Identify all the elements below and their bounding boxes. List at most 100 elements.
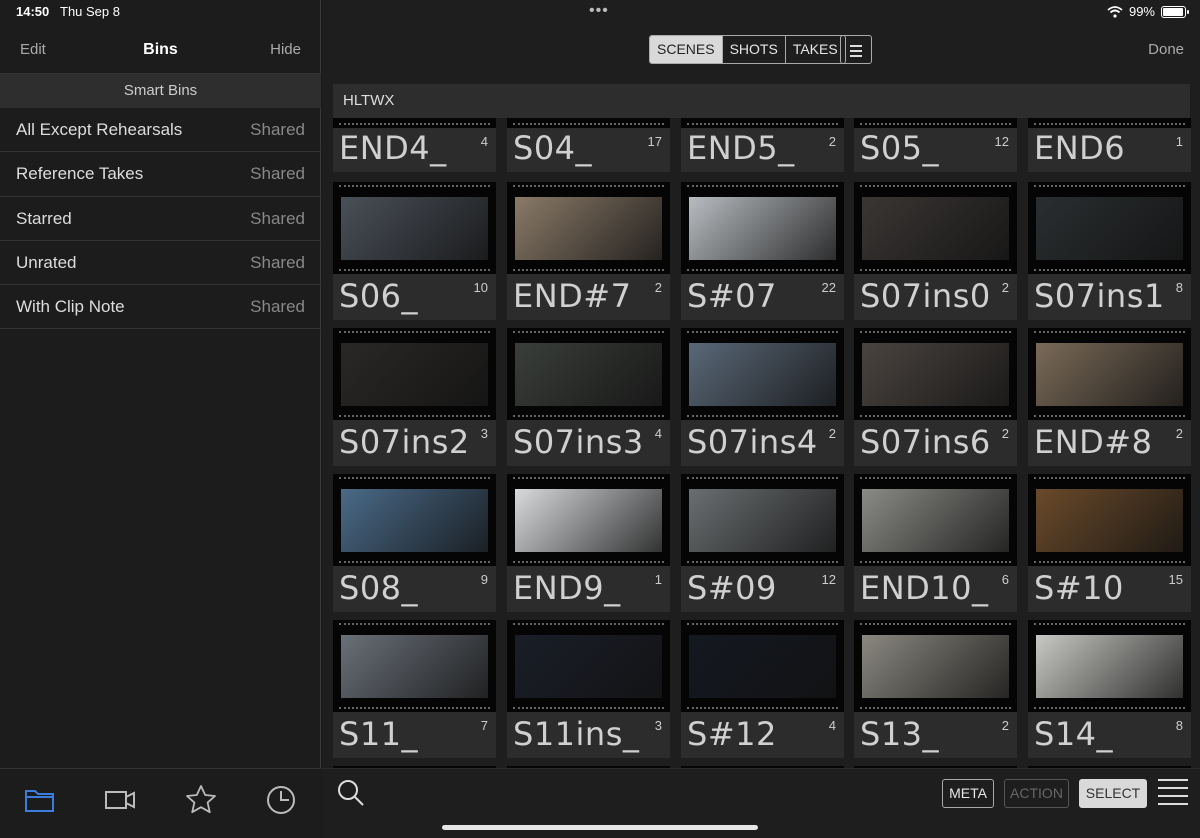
- scene-name: S07ins2: [339, 423, 470, 461]
- list-view-icon[interactable]: [1158, 777, 1188, 809]
- scene-card[interactable]: S08_ 9: [333, 474, 496, 612]
- smart-bin-with-clip-note[interactable]: With Clip Note Shared: [0, 285, 321, 330]
- scene-grid: END4_ 4 S04_ 17 END5_ 2 S05_ 12 END6 1 S06_ 10 END#7…: [322, 118, 1200, 768]
- view-segmented-control: SCENES SHOTS TAKES: [649, 35, 846, 64]
- hide-button[interactable]: Hide: [270, 41, 301, 58]
- scene-name: S#09: [687, 569, 777, 607]
- home-indicator[interactable]: [442, 825, 758, 830]
- thumbnail-image: [1036, 489, 1183, 552]
- scene-card[interactable]: S07ins6 2: [854, 328, 1017, 466]
- scene-card[interactable]: S#10 15: [1028, 474, 1191, 612]
- scene-name: S08_: [339, 569, 419, 607]
- segment-scenes[interactable]: SCENES: [650, 36, 723, 63]
- hud-overlay-bottom: [513, 559, 664, 563]
- hud-overlay-bottom: [860, 413, 1011, 417]
- scene-card[interactable]: S#07 22: [681, 182, 844, 320]
- hud-overlay-bottom: [513, 121, 664, 125]
- hud-overlay-top: [339, 185, 490, 189]
- take-count: 2: [828, 426, 836, 441]
- hud-overlay-top: [687, 477, 838, 481]
- scene-card[interactable]: END5_ 2: [681, 118, 844, 172]
- smart-bin-starred[interactable]: Starred Shared: [0, 197, 321, 241]
- scene-card[interactable]: S14_ 8: [1028, 620, 1191, 758]
- smart-bin-all-except-rehearsals[interactable]: All Except Rehearsals Shared: [0, 108, 321, 153]
- scene-card[interactable]: S11ins_ 3: [507, 620, 670, 758]
- take-count: 10: [473, 280, 488, 295]
- hud-overlay-top: [687, 623, 838, 627]
- scene-thumbnail: [1028, 118, 1191, 128]
- search-icon[interactable]: [336, 778, 366, 808]
- scene-name: S07ins0: [860, 277, 991, 315]
- take-count: 1: [1175, 134, 1183, 149]
- segment-shots[interactable]: SHOTS: [723, 36, 786, 63]
- thumbnail-image: [341, 343, 488, 406]
- scene-thumbnail: [507, 182, 670, 274]
- bins-sidebar: Edit Bins Hide Smart Bins All Except Reh…: [0, 0, 321, 838]
- take-count: 7: [480, 718, 488, 733]
- camera-icon[interactable]: [103, 783, 137, 817]
- folder-icon[interactable]: [23, 783, 57, 817]
- take-count: 4: [654, 426, 662, 441]
- scene-card[interactable]: END10_ 6: [854, 474, 1017, 612]
- scene-thumbnail: [1028, 182, 1191, 274]
- segment-takes[interactable]: TAKES: [786, 36, 845, 63]
- scene-card[interactable]: END#8 2: [1028, 328, 1191, 466]
- hud-overlay-bottom: [687, 559, 838, 563]
- scene-name: S13_: [860, 715, 940, 753]
- thumbnail-image: [862, 635, 1009, 698]
- scene-thumbnail: [681, 328, 844, 420]
- meta-button[interactable]: META: [942, 779, 994, 808]
- scene-card[interactable]: S11_ 7: [333, 620, 496, 758]
- scene-thumbnail: [1028, 474, 1191, 566]
- scene-card[interactable]: S13_ 2: [854, 620, 1017, 758]
- scene-card[interactable]: S#09 12: [681, 474, 844, 612]
- smart-bin-unrated[interactable]: Unrated Shared: [0, 241, 321, 286]
- main-panel: SCENES SHOTS TAKES Done HLTWX END4_ 4 S04_…: [322, 0, 1200, 838]
- scene-card[interactable]: END4_ 4: [333, 118, 496, 172]
- hud-overlay-bottom: [1034, 413, 1185, 417]
- scene-name: S11_: [339, 715, 419, 753]
- scene-card[interactable]: S07ins0 2: [854, 182, 1017, 320]
- scene-card[interactable]: S07ins4 2: [681, 328, 844, 466]
- scene-name: END#8: [1034, 423, 1153, 461]
- scene-card[interactable]: S05_ 12: [854, 118, 1017, 172]
- scene-card[interactable]: S07ins2 3: [333, 328, 496, 466]
- smart-bin-reference-takes[interactable]: Reference Takes Shared: [0, 152, 321, 197]
- scene-name: S04_: [513, 129, 593, 167]
- star-icon[interactable]: [184, 783, 218, 817]
- scene-card[interactable]: END9_ 1: [507, 474, 670, 612]
- hud-overlay-bottom: [687, 121, 838, 125]
- shared-tag: Shared: [250, 120, 305, 139]
- take-count: 3: [480, 426, 488, 441]
- hud-overlay-bottom: [687, 705, 838, 709]
- scene-name: S11ins_: [513, 715, 640, 753]
- scene-name: S#07: [687, 277, 777, 315]
- clock-icon[interactable]: [264, 783, 298, 817]
- scene-card[interactable]: S06_ 10: [333, 182, 496, 320]
- smart-bin-label: All Except Rehearsals: [16, 120, 183, 139]
- select-button[interactable]: SELECT: [1079, 779, 1147, 808]
- multitasking-dots[interactable]: •••: [589, 2, 609, 20]
- scene-card[interactable]: S#12 4: [681, 620, 844, 758]
- scene-thumbnail: [333, 118, 496, 128]
- take-count: 2: [828, 134, 836, 149]
- action-button[interactable]: ACTION: [1004, 779, 1069, 808]
- scene-thumbnail: [854, 474, 1017, 566]
- scene-card[interactable]: S04_ 17: [507, 118, 670, 172]
- scene-card[interactable]: END#7 2: [507, 182, 670, 320]
- done-button[interactable]: Done: [1148, 41, 1184, 58]
- hud-overlay-bottom: [1034, 267, 1185, 271]
- hud-overlay-top: [513, 623, 664, 627]
- thumbnail-image: [341, 197, 488, 260]
- scene-card[interactable]: END6 1: [1028, 118, 1191, 172]
- scene-thumbnail: [333, 182, 496, 274]
- smart-bin-label: Starred: [16, 208, 72, 228]
- menu-button[interactable]: [840, 35, 872, 64]
- status-indicators: 99%: [1107, 4, 1189, 19]
- take-count: 1: [654, 572, 662, 587]
- scene-card[interactable]: S07ins1 8: [1028, 182, 1191, 320]
- scene-card[interactable]: S07ins3 4: [507, 328, 670, 466]
- hud-overlay-top: [513, 477, 664, 481]
- scene-name: S06_: [339, 277, 419, 315]
- scene-thumbnail: [507, 620, 670, 712]
